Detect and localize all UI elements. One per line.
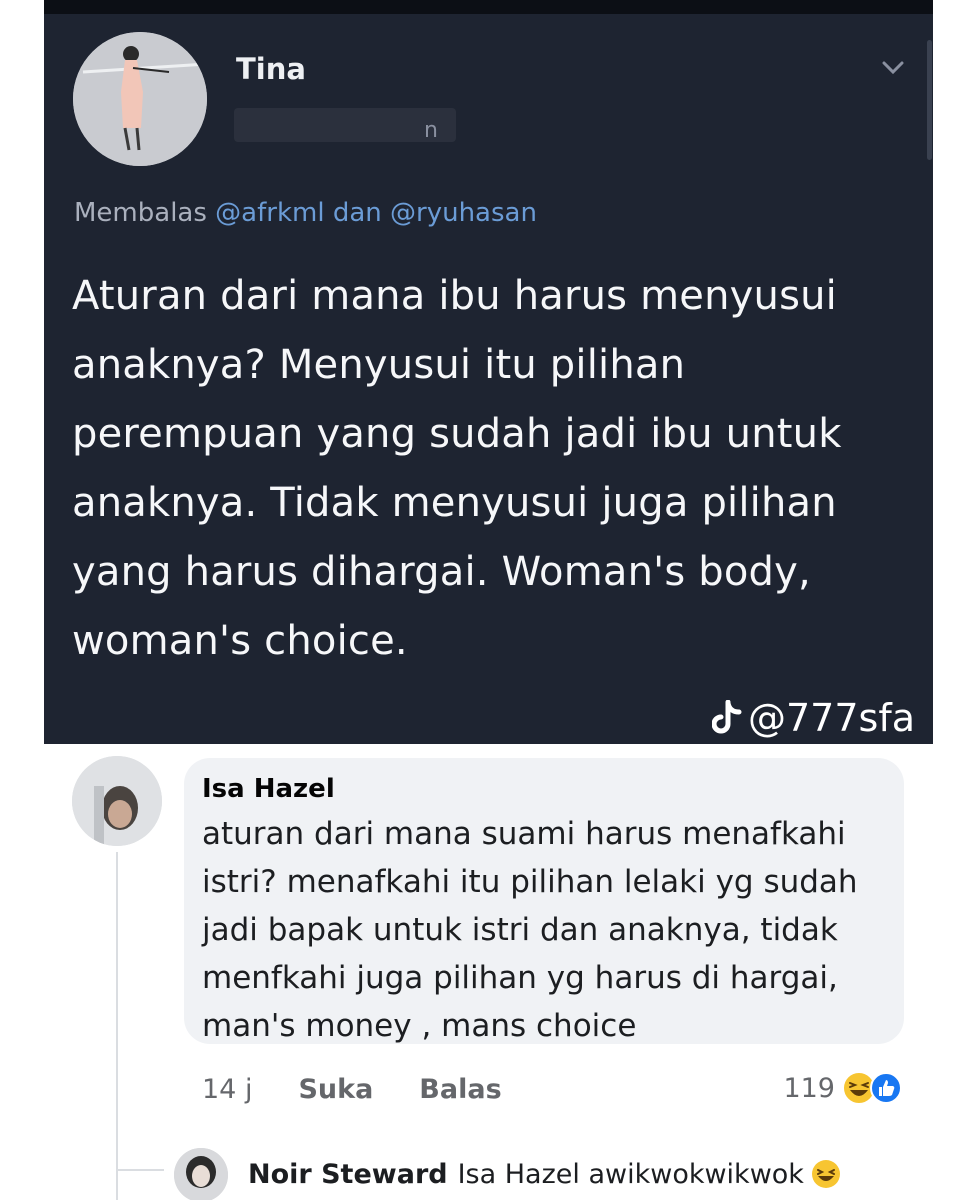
tweet-body: Aturan dari mana ibu harus menyusui anak… <box>72 273 842 664</box>
comment-author[interactable]: Isa Hazel <box>202 774 904 804</box>
comment-bubble: Isa Hazel aturan dari mana suami harus m… <box>184 758 904 1044</box>
like-button[interactable]: Suka <box>298 1074 373 1105</box>
comment-timestamp[interactable]: 14 j <box>202 1074 252 1105</box>
tweet-author-avatar[interactable] <box>73 32 207 166</box>
replying-joiner: dan <box>332 198 382 228</box>
page-margin-right <box>933 0 976 1200</box>
replying-prefix: Membalas <box>74 198 207 228</box>
tweet-card: Tina n Membalas @afrkml dan @ryuhasan At… <box>44 0 933 744</box>
tiktok-watermark: @777sfa <box>712 696 915 740</box>
chevron-down-icon[interactable] <box>878 56 908 78</box>
reply-button[interactable]: Balas <box>419 1074 501 1105</box>
mention-link-1[interactable]: @afrkml <box>215 198 324 228</box>
comment-thread: Isa Hazel aturan dari mana suami harus m… <box>44 744 933 1200</box>
tweet-author-name[interactable]: Tina <box>236 52 306 86</box>
reply-author[interactable]: Noir Steward <box>248 1159 448 1190</box>
commenter-avatar[interactable] <box>72 756 162 846</box>
scrollbar[interactable] <box>927 40 932 160</box>
tiktok-icon <box>712 700 742 734</box>
reaction-count: 119 <box>783 1072 835 1104</box>
mention-link-2[interactable]: @ryuhasan <box>390 198 537 228</box>
status-bar-strip <box>44 0 933 14</box>
laughing-emoji-icon <box>811 1160 840 1188</box>
thread-branch <box>116 1169 164 1171</box>
thread-connector <box>116 852 118 1200</box>
like-reaction-icon <box>870 1072 902 1104</box>
reply-text: Isa Hazel awikwokwikwok <box>457 1158 804 1190</box>
comment-text: aturan dari mana suami harus menafkahi i… <box>202 816 858 1044</box>
reply-comment: Noir Steward Isa Hazel awikwokwikwok <box>248 1158 842 1190</box>
replying-to-line: Membalas @afrkml dan @ryuhasan <box>74 198 537 228</box>
reply-author-avatar[interactable] <box>174 1148 228 1200</box>
comment-actions: 14 j Suka Balas <box>202 1074 548 1105</box>
watermark-text: @777sfa <box>748 696 915 740</box>
reaction-summary[interactable]: 119 <box>783 1070 903 1106</box>
handle-tail: n <box>424 118 438 143</box>
blurred-handle <box>234 108 456 142</box>
